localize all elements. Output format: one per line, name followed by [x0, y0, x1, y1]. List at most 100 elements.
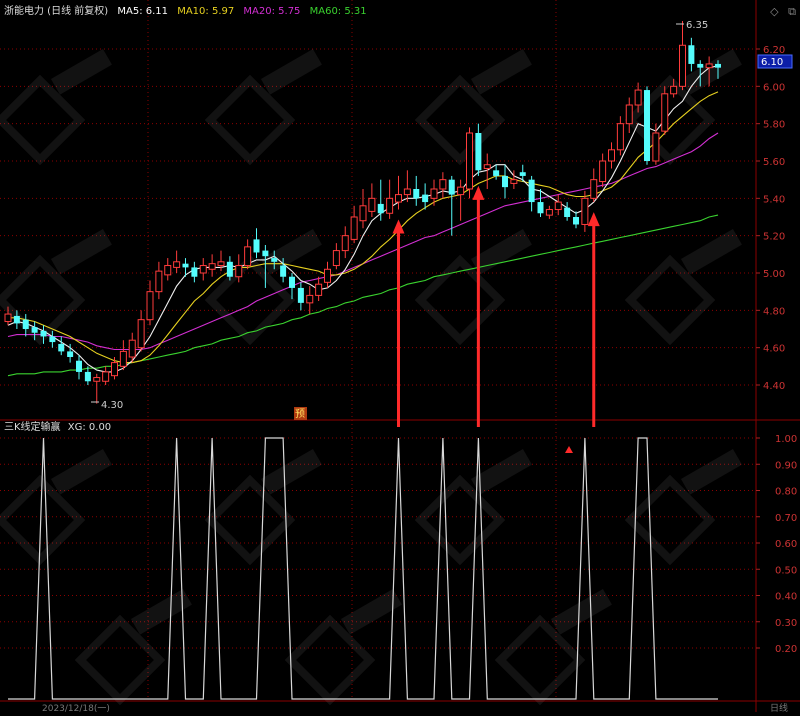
indicator-tick-label: 0.70	[775, 513, 797, 524]
low-price-label: 4.30	[101, 400, 123, 411]
watermark-diamond	[414, 474, 506, 566]
watermark-mark	[624, 229, 742, 346]
restore-icon[interactable]: ⧉	[788, 5, 796, 18]
watermark-mark	[624, 449, 742, 566]
marker-triangle-icon	[565, 446, 573, 453]
ma20-readout: MA20: 5.75	[243, 6, 301, 17]
candle-body	[31, 327, 38, 333]
watermark-mark	[0, 49, 112, 166]
candle	[368, 183, 376, 217]
indicator-name[interactable]: 三K线定输赢	[4, 422, 61, 433]
watermark-mark	[284, 589, 402, 706]
candle-body	[341, 235, 349, 252]
candle-body	[146, 291, 154, 321]
candle-body	[4, 313, 12, 323]
candle-body	[573, 217, 579, 225]
bottom-right-label: 日线	[770, 702, 788, 712]
main-tick-label: 6.20	[763, 45, 785, 56]
candle-body	[413, 189, 420, 199]
candle	[199, 258, 207, 281]
forecast-badge: 预	[295, 408, 305, 420]
candle	[76, 355, 82, 380]
candle	[191, 261, 198, 283]
watermark-bar	[260, 449, 322, 495]
candle-body	[670, 85, 678, 95]
candle	[244, 239, 252, 270]
watermark-bar	[680, 229, 742, 275]
candle-body	[350, 216, 358, 240]
watermark-diamond	[624, 254, 716, 346]
candle-body	[457, 186, 465, 196]
candle-body	[164, 265, 172, 276]
candle-body	[483, 164, 491, 169]
candle	[422, 183, 429, 210]
candle	[315, 276, 323, 301]
chart-canvas[interactable]: 6.20 6.00 5.80 5.60 5.40 5.20 5.00 4.80 4.60 4.40…	[0, 0, 800, 714]
candle	[22, 314, 29, 337]
indicator-tick-label: 0.40	[775, 592, 797, 603]
indicator-tick-label: 0.60	[775, 539, 797, 550]
stock-title[interactable]: 浙能电力 (日线 前复权)	[4, 6, 108, 17]
candle-body	[226, 261, 233, 277]
candle	[644, 86, 650, 165]
candle	[413, 175, 420, 206]
candle-body	[137, 319, 145, 349]
chart-toolbar: ◇ ⧉	[764, 5, 796, 19]
watermark-diamond	[204, 74, 296, 166]
indicator-tick-label: 0.50	[775, 565, 797, 576]
candle	[430, 179, 438, 206]
candle-body	[519, 172, 526, 176]
candle	[590, 168, 598, 203]
candle-body	[625, 104, 633, 125]
candle-body	[528, 179, 535, 203]
candle-body	[76, 360, 82, 372]
candle-body	[102, 371, 110, 382]
candle	[493, 164, 500, 180]
candle-body	[208, 263, 216, 270]
candlestick-series[interactable]	[4, 21, 721, 404]
candle	[457, 179, 465, 221]
candle-body	[199, 265, 207, 274]
candle-body	[616, 123, 624, 151]
candle-body	[430, 188, 438, 199]
candle	[573, 211, 579, 229]
candle	[350, 205, 358, 244]
candle	[537, 189, 544, 217]
candle-body	[688, 45, 695, 64]
ma60-line	[7, 214, 719, 377]
watermark-mark	[74, 589, 192, 706]
candle	[545, 205, 553, 219]
watermark-bar	[50, 49, 112, 95]
bottom-date-label: 2023/12/18(一)	[42, 704, 110, 712]
candle-body	[253, 239, 260, 253]
main-tick-label: 5.00	[763, 269, 785, 280]
candle	[253, 228, 260, 259]
candle-body	[111, 362, 118, 377]
candle-body	[289, 276, 295, 288]
signal-arrow-head	[472, 185, 485, 200]
watermark-mark	[204, 49, 322, 166]
candle-body	[422, 194, 429, 203]
watermark-diamond	[414, 254, 506, 346]
candle-body	[652, 132, 660, 162]
watermark-diamond	[624, 474, 716, 566]
main-tick-label: 5.80	[763, 120, 785, 131]
candle	[599, 153, 607, 188]
candle-body	[537, 202, 544, 214]
candle-body	[182, 263, 189, 268]
candle	[341, 226, 349, 259]
candle-body	[599, 160, 607, 183]
candle	[466, 127, 473, 199]
candle-body	[332, 250, 340, 267]
candle-body	[58, 343, 65, 352]
watermark-bar	[260, 49, 322, 95]
candle	[528, 175, 535, 212]
main-tick-label: 4.40	[763, 381, 785, 392]
candle-body	[235, 265, 243, 278]
candle	[439, 172, 447, 199]
diamond-icon[interactable]: ◇	[770, 5, 778, 18]
watermark-mark	[204, 449, 322, 566]
candle-body	[359, 205, 367, 222]
watermark-mark	[204, 229, 322, 346]
stock-chart-window: 6.20 6.00 5.80 5.60 5.40 5.20 5.00 4.80 4.60 4.40…	[0, 0, 800, 714]
